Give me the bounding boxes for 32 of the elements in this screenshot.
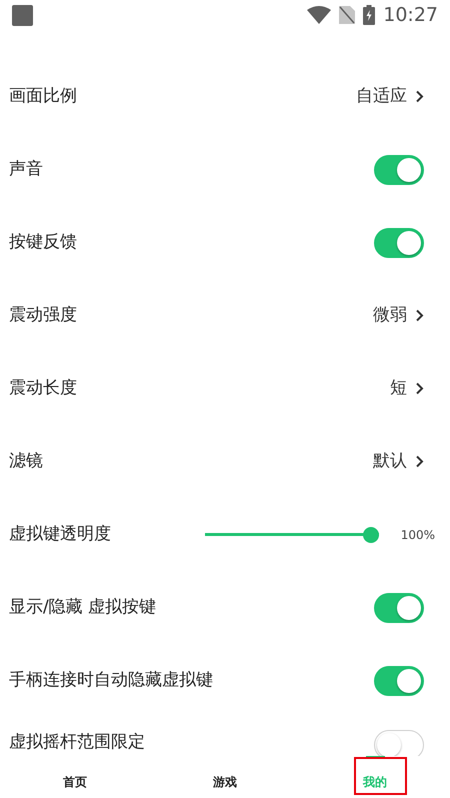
toggle-switch[interactable]: [374, 592, 424, 622]
setting-label: 画面比例: [9, 84, 77, 108]
setting-label: 震动强度: [9, 304, 77, 327]
setting-label: 声音: [9, 158, 43, 181]
toggle-switch[interactable]: [374, 228, 424, 258]
setting-value: 默认: [373, 450, 407, 473]
setting-value: 自适应: [356, 84, 407, 108]
toggle-switch[interactable]: [374, 154, 424, 184]
toggle-switch[interactable]: [374, 666, 424, 696]
setting-label: 虚拟键透明度: [9, 522, 111, 546]
chevron-right-icon[interactable]: [415, 309, 424, 322]
slider-thumb[interactable]: [362, 526, 379, 542]
battery-icon: [363, 5, 376, 25]
setting-label: 震动长度: [9, 376, 77, 400]
setting-value: 短: [390, 376, 407, 400]
no-sim-icon: [339, 6, 356, 24]
nav-tab[interactable]: 首页: [0, 756, 150, 798]
wifi-icon: [307, 6, 332, 24]
setting-label: 显示/隐藏 虚拟按键: [9, 596, 156, 619]
clock-time: 10:27: [383, 2, 438, 28]
slider[interactable]: [204, 526, 379, 542]
setting-label: 滤镜: [9, 450, 43, 473]
chevron-right-icon[interactable]: [415, 90, 424, 103]
slider-reading: 100%: [400, 526, 435, 544]
setting-label: 手柄连接时自动隐藏虚拟键: [9, 668, 213, 692]
setting-label: 虚拟摇杆范围限定: [9, 731, 145, 754]
setting-value: 微弱: [373, 304, 407, 327]
notification-icon: [12, 4, 33, 26]
setting-label: 按键反馈: [9, 230, 77, 254]
chevron-right-icon[interactable]: [415, 455, 424, 468]
nav-tab[interactable]: 游戏: [150, 756, 300, 798]
chevron-right-icon[interactable]: [415, 382, 424, 395]
